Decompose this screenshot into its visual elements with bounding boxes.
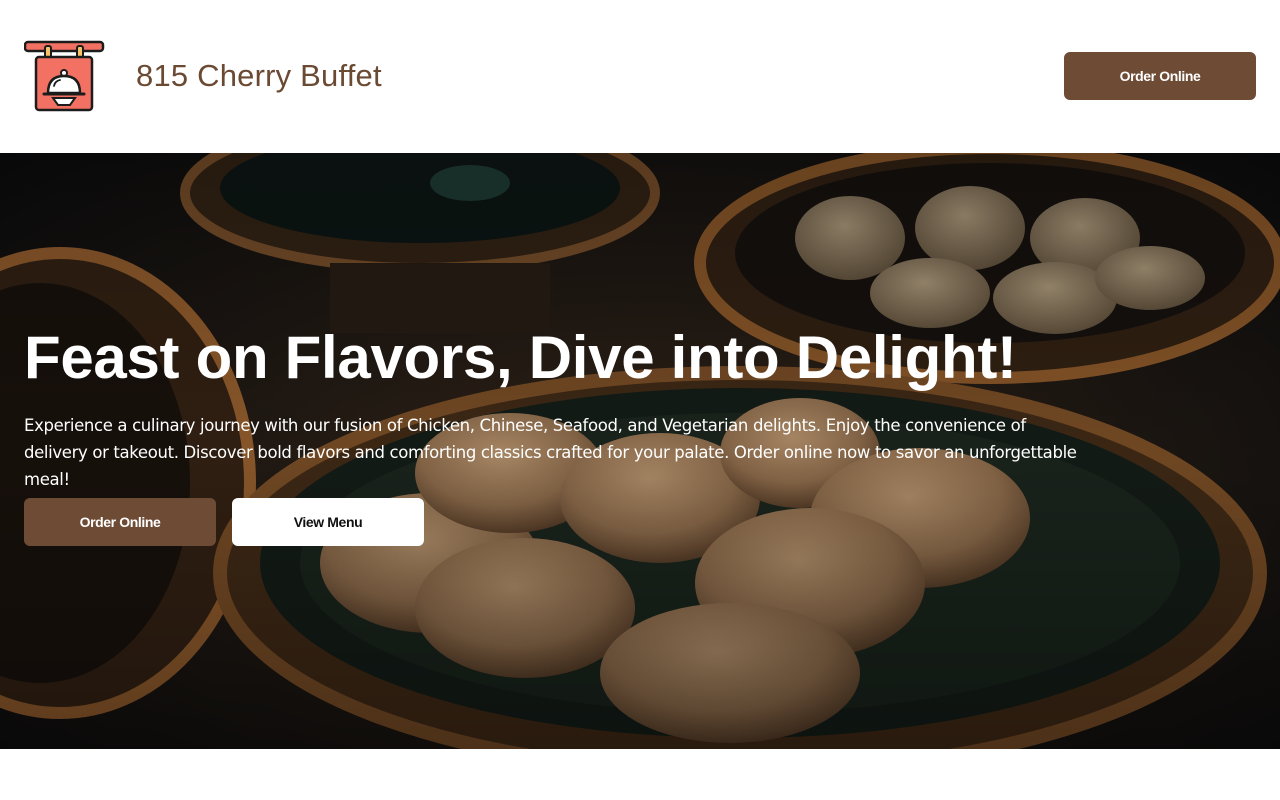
view-menu-button[interactable]: View Menu xyxy=(232,498,424,546)
header-order-online-button[interactable]: Order Online xyxy=(1064,52,1256,100)
hero-description: Experience a culinary journey with our f… xyxy=(24,416,1077,489)
site-header: 815 Cherry Buffet Order Online xyxy=(0,0,1280,153)
hero-order-online-button[interactable]: Order Online xyxy=(24,498,216,546)
hero-section: Feast on Flavors, Dive into Delight! Exp… xyxy=(0,153,1280,749)
hero-title: Feast on Flavors, Dive into Delight! xyxy=(24,324,1017,391)
restaurant-sign-cloche-icon[interactable] xyxy=(23,40,106,112)
brand-name[interactable]: 815 Cherry Buffet xyxy=(136,58,382,94)
